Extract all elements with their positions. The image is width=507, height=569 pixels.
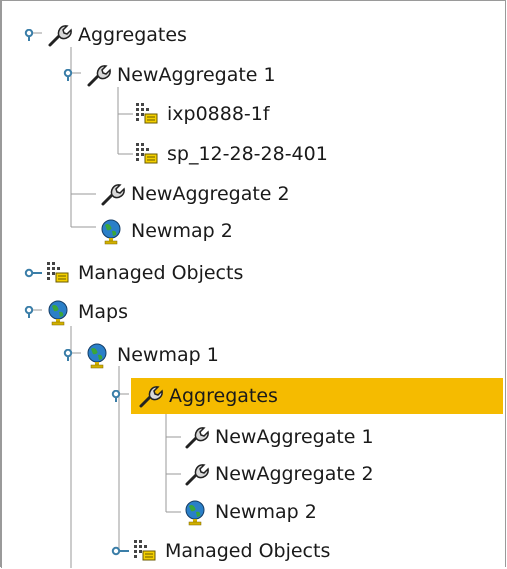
- globe-icon: [87, 343, 107, 369]
- expanded-handle-icon[interactable]: [63, 69, 83, 81]
- tree-panel: Aggregates NewAggregate 1 ixp0888-1f sp_…: [0, 0, 506, 569]
- tree-node-label: NewAggregate 2: [215, 463, 374, 485]
- tree-node[interactable]: NewAggregate 1: [181, 419, 378, 455]
- tree-node[interactable]: NewAggregate 2: [97, 176, 294, 212]
- wrench-icon: [48, 25, 72, 47]
- expanded-handle-icon[interactable]: [24, 29, 44, 41]
- tree-node-label: NewAggregate 1: [117, 64, 276, 86]
- tree-node-label: NewAggregate 1: [215, 426, 374, 448]
- managed-object-icon: [47, 262, 69, 283]
- expanded-handle-icon[interactable]: [111, 390, 131, 402]
- selection-highlight: Aggregates: [131, 378, 503, 414]
- wrench-icon: [185, 464, 209, 486]
- tree-node[interactable]: Managed Objects: [111, 533, 334, 569]
- tree-node-label: Aggregates: [78, 24, 187, 46]
- tree-node[interactable]: Newmap 2: [181, 494, 321, 530]
- tree-node[interactable]: Managed Objects: [24, 255, 247, 291]
- tree-node[interactable]: Newmap 1: [63, 337, 223, 373]
- managed-object-icon: [136, 103, 158, 124]
- tree-node[interactable]: Maps: [24, 294, 132, 330]
- tree-node-label: NewAggregate 2: [131, 183, 290, 205]
- tree-node[interactable]: NewAggregate 2: [181, 456, 378, 492]
- tree-node-label: Aggregates: [169, 385, 278, 407]
- tree-node[interactable]: NewAggregate 1: [63, 57, 280, 93]
- tree-node[interactable]: Newmap 2: [97, 213, 237, 249]
- wrench-icon: [101, 184, 125, 206]
- globe-icon: [48, 300, 68, 326]
- tree-node[interactable]: Aggregates: [24, 17, 191, 53]
- collapsed-handle-icon[interactable]: [24, 267, 44, 279]
- tree-node-label: Newmap 1: [117, 344, 219, 366]
- collapsed-handle-icon[interactable]: [111, 545, 131, 557]
- tree-node-label: ixp0888-1f: [167, 103, 270, 125]
- tree-node-label: Managed Objects: [165, 540, 331, 562]
- managed-object-icon: [136, 143, 158, 164]
- tree-node-selected[interactable]: Aggregates: [111, 378, 503, 414]
- globe-icon: [101, 219, 121, 245]
- wrench-icon: [185, 427, 209, 449]
- globe-icon: [185, 500, 205, 526]
- tree-node[interactable]: ixp0888-1f: [133, 96, 274, 132]
- tree-node-label: Newmap 2: [131, 220, 233, 242]
- managed-object-icon: [134, 540, 156, 561]
- expanded-handle-icon[interactable]: [24, 306, 44, 318]
- wrench-icon: [87, 65, 111, 87]
- tree-node[interactable]: sp_12-28-28-401: [133, 136, 332, 172]
- tree-node-label: Maps: [78, 301, 128, 323]
- tree-node-label: Managed Objects: [78, 262, 244, 284]
- wrench-icon: [139, 386, 163, 408]
- tree-node-label: sp_12-28-28-401: [167, 143, 328, 165]
- tree-node-label: Newmap 2: [215, 501, 317, 523]
- expanded-handle-icon[interactable]: [63, 349, 83, 361]
